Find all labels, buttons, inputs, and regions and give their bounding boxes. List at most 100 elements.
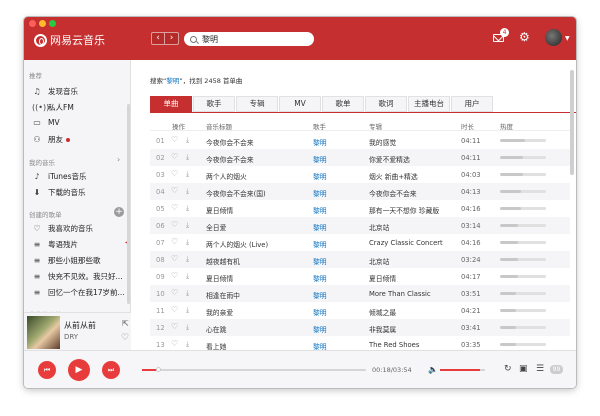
table-row[interactable]: 11 ♡ ⤓ 我的亲爱 黎明 倾城之最 04:21 bbox=[150, 302, 570, 319]
album-link[interactable]: 倾城之最 bbox=[369, 307, 455, 317]
album-link[interactable]: 夏日倾情 bbox=[369, 273, 455, 283]
table-row[interactable]: 10 ♡ ⤓ 相逢在雨中 黎明 More Than Classic 03:51 bbox=[150, 285, 570, 302]
sidebar-playlist-item[interactable]: ≡ 那些小姐那些歌 bbox=[32, 255, 101, 266]
next-button[interactable]: ⏭ bbox=[102, 361, 120, 379]
album-link[interactable]: 我的感觉 bbox=[369, 137, 455, 147]
search-input[interactable] bbox=[202, 34, 302, 44]
col-album[interactable]: 专辑 bbox=[369, 121, 382, 131]
sidebar-item-downloads[interactable]: ⬇ 下载的音乐 bbox=[32, 187, 86, 198]
table-row[interactable]: 06 ♡ ⤓ 全日爱 黎明 北京站 03:14 bbox=[150, 217, 570, 234]
album-link[interactable]: More Than Classic bbox=[369, 290, 455, 298]
like-heart-icon[interactable]: ♡ bbox=[171, 237, 178, 246]
tab-1[interactable]: 歌手 bbox=[193, 96, 235, 112]
play-button[interactable]: ▶ bbox=[68, 359, 90, 381]
col-duration[interactable]: 时长 bbox=[461, 121, 474, 131]
share-icon[interactable]: ⇱ bbox=[122, 319, 129, 328]
download-icon[interactable]: ⤓ bbox=[186, 221, 189, 230]
artist-link[interactable]: 黎明 bbox=[313, 188, 327, 198]
like-heart-icon[interactable]: ♡ bbox=[121, 333, 129, 343]
table-row[interactable]: 05 ♡ ⤓ 夏日倾情 黎明 那有一天不想你 珍藏版 04:16 bbox=[150, 200, 570, 217]
volume-icon[interactable]: 🔈 bbox=[428, 365, 438, 374]
artist-link[interactable]: 黎明 bbox=[313, 273, 327, 283]
album-link[interactable]: 北京站 bbox=[369, 256, 455, 266]
col-artist[interactable]: 歌手 bbox=[313, 121, 326, 131]
like-heart-icon[interactable]: ♡ bbox=[171, 305, 178, 314]
like-heart-icon[interactable]: ♡ bbox=[171, 322, 178, 331]
tab-0[interactable]: 单曲 bbox=[150, 96, 192, 112]
table-row[interactable]: 09 ♡ ⤓ 夏日倾情 黎明 夏日倾情 04:17 bbox=[150, 268, 570, 285]
album-link[interactable]: 北京站 bbox=[369, 222, 455, 232]
album-link[interactable]: 那有一天不想你 珍藏版 bbox=[369, 205, 455, 215]
album-link[interactable]: 你爱不爱精选 bbox=[369, 154, 455, 164]
sidebar-scrollbar[interactable] bbox=[127, 104, 130, 304]
like-heart-icon[interactable]: ♡ bbox=[171, 152, 178, 161]
like-heart-icon[interactable]: ♡ bbox=[171, 254, 178, 263]
progress-bar[interactable] bbox=[142, 367, 366, 372]
previous-button[interactable]: ⏮ bbox=[38, 361, 56, 379]
back-button[interactable]: ‹ bbox=[151, 32, 165, 45]
download-icon[interactable]: ⤓ bbox=[186, 204, 189, 213]
tab-3[interactable]: MV bbox=[279, 96, 321, 112]
add-playlist-button[interactable]: + bbox=[114, 207, 124, 217]
like-heart-icon[interactable]: ♡ bbox=[171, 169, 178, 178]
minimize-window-button[interactable] bbox=[39, 20, 46, 27]
progress-handle[interactable] bbox=[155, 367, 161, 372]
tab-2[interactable]: 专辑 bbox=[236, 96, 278, 112]
like-heart-icon[interactable]: ♡ bbox=[171, 135, 178, 144]
album-link[interactable]: 非我莫属 bbox=[369, 324, 455, 334]
table-row[interactable]: 03 ♡ ⤓ 两个人的烟火 黎明 烟火 新曲+精选 04:03 bbox=[150, 166, 570, 183]
like-heart-icon[interactable]: ♡ bbox=[171, 186, 178, 195]
volume-slider[interactable] bbox=[440, 369, 485, 371]
table-row[interactable]: 04 ♡ ⤓ 今夜你会不会来(国) 黎明 今夜你会不会来 04:13 bbox=[150, 183, 570, 200]
keyword-link[interactable]: 黎明 bbox=[166, 77, 179, 85]
main-scrollbar[interactable] bbox=[570, 70, 574, 175]
download-icon[interactable]: ⤓ bbox=[186, 170, 189, 179]
artist-link[interactable]: 黎明 bbox=[313, 290, 327, 300]
chevron-right-icon[interactable]: › bbox=[117, 155, 120, 164]
lyrics-icon[interactable]: ▣ bbox=[519, 364, 528, 374]
like-heart-icon[interactable]: ♡ bbox=[171, 271, 178, 280]
like-heart-icon[interactable]: ♡ bbox=[171, 203, 178, 212]
download-icon[interactable]: ⤓ bbox=[186, 272, 189, 281]
album-link[interactable]: The Red Shoes bbox=[369, 341, 455, 349]
sidebar-playlist-item[interactable]: ≡ 粤语残片 bbox=[32, 239, 78, 250]
sidebar-item-friends[interactable]: ⚇ 朋友 bbox=[32, 134, 70, 145]
artist-link[interactable]: 黎明 bbox=[313, 154, 327, 164]
download-icon[interactable]: ⤓ bbox=[186, 187, 189, 196]
sidebar-item-fm[interactable]: ((•)) 私人FM bbox=[32, 102, 74, 113]
artist-link[interactable]: 黎明 bbox=[313, 239, 327, 249]
table-row[interactable]: 02 ♡ ⤓ 今夜你会不会来 黎明 你爱不爱精选 04:11 bbox=[150, 149, 570, 166]
download-icon[interactable]: ⤓ bbox=[186, 238, 189, 247]
table-row[interactable]: 07 ♡ ⤓ 两个人的烟火 (Live) 黎明 Crazy Classic Concert… bbox=[150, 234, 570, 251]
download-icon[interactable]: ⤓ bbox=[186, 340, 189, 349]
gear-icon[interactable]: ⚙ bbox=[519, 30, 530, 44]
sidebar-playlist-liked[interactable]: ♡ 我喜欢的音乐 bbox=[32, 223, 93, 234]
tab-4[interactable]: 歌单 bbox=[322, 96, 364, 112]
sidebar-item-mv[interactable]: ▭ MV bbox=[32, 118, 59, 127]
artist-link[interactable]: 黎明 bbox=[313, 137, 327, 147]
now-playing-card[interactable]: 从前从前 DRY ⇱ ♡ bbox=[24, 312, 131, 350]
artist-link[interactable]: 黎明 bbox=[313, 307, 327, 317]
artist-link[interactable]: 黎明 bbox=[313, 222, 327, 232]
zoom-window-button[interactable] bbox=[49, 20, 56, 27]
close-window-button[interactable] bbox=[29, 20, 36, 27]
repeat-icon[interactable]: ↻ bbox=[504, 364, 512, 374]
artist-link[interactable]: 黎明 bbox=[313, 205, 327, 215]
tab-5[interactable]: 歌词 bbox=[365, 96, 407, 112]
table-row[interactable]: 08 ♡ ⤓ 越夜越有机 黎明 北京站 03:24 bbox=[150, 251, 570, 268]
tab-7[interactable]: 用户 bbox=[451, 96, 493, 112]
artist-link[interactable]: 黎明 bbox=[313, 171, 327, 181]
col-heat[interactable]: 热度 bbox=[500, 121, 513, 131]
tab-6[interactable]: 主播电台 bbox=[408, 96, 450, 112]
sidebar-playlist-item[interactable]: ≡ 快充不见效。我只好... bbox=[32, 271, 123, 282]
col-title[interactable]: 音乐标题 bbox=[206, 121, 232, 131]
like-heart-icon[interactable]: ♡ bbox=[171, 339, 178, 348]
album-link[interactable]: 烟火 新曲+精选 bbox=[369, 171, 455, 181]
album-link[interactable]: 今夜你会不会来 bbox=[369, 188, 455, 198]
table-row[interactable]: 01 ♡ ⤓ 今夜你会不会来 黎明 我的感觉 04:11 bbox=[150, 132, 570, 149]
user-avatar[interactable] bbox=[545, 29, 562, 46]
sidebar-playlist-item[interactable]: ≡ 回忆一个在我17岁前... bbox=[32, 287, 125, 298]
artist-link[interactable]: 黎明 bbox=[313, 324, 327, 334]
download-icon[interactable]: ⤓ bbox=[186, 323, 189, 332]
sidebar-item-discover[interactable]: ♫ 发现音乐 bbox=[32, 86, 78, 97]
